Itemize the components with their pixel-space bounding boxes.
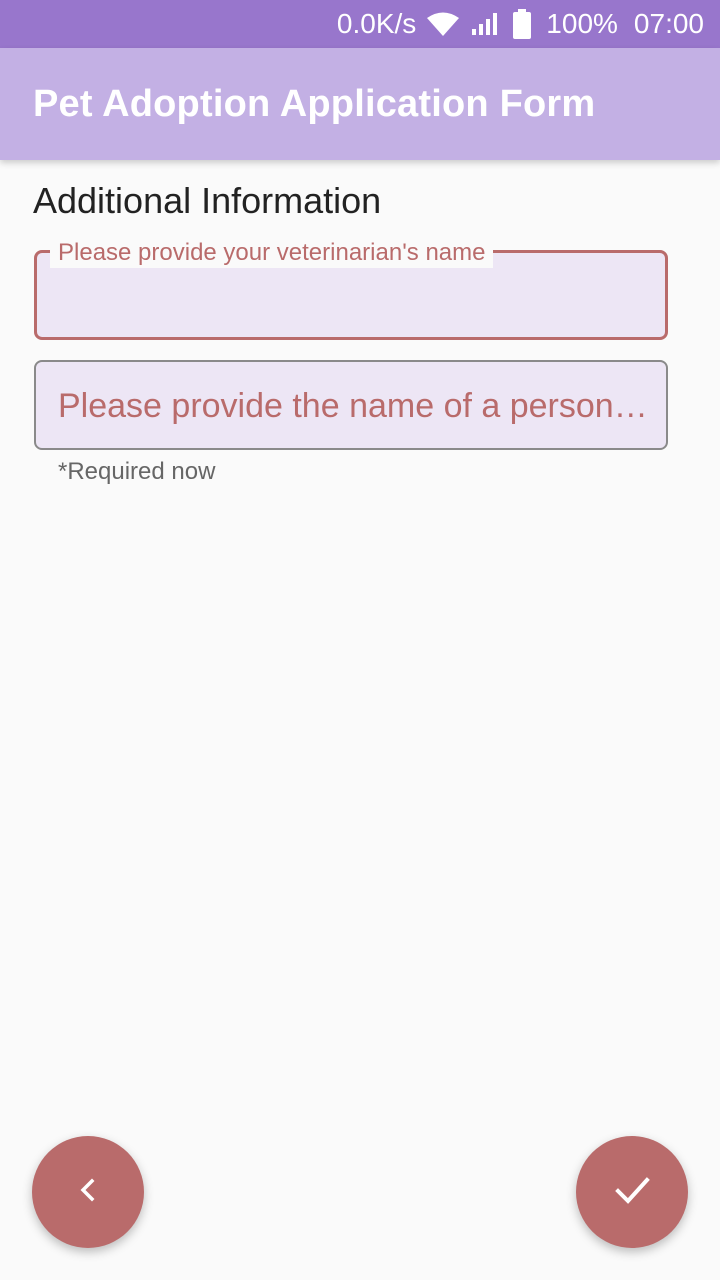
screen: 0.0K/s 100% 07:00 Pet Adoption Applicati… [0, 0, 720, 1280]
wifi-icon [426, 11, 460, 37]
check-icon [612, 1170, 652, 1215]
signal-icon [470, 11, 502, 37]
clock: 07:00 [633, 8, 704, 39]
network-speed: 0.0K/s [336, 8, 417, 39]
status-bar: 0.0K/s 100% 07:00 [0, 0, 720, 48]
section-title: Additional Information [33, 180, 382, 221]
submit-button[interactable] [576, 1136, 688, 1248]
battery-icon [512, 9, 532, 39]
reference-name-helper-text: *Required now [58, 458, 216, 485]
vet-name-field-label: Please provide your veterinarian's name [50, 238, 494, 268]
page-title: Pet Adoption Application Form [33, 82, 596, 125]
battery-percent: 100% [546, 8, 618, 39]
app-bar: Pet Adoption Application Form [0, 48, 720, 160]
chevron-left-icon [73, 1175, 103, 1210]
back-button[interactable] [32, 1136, 144, 1248]
reference-name-field[interactable]: Please provide the name of a person… [34, 360, 668, 450]
reference-name-placeholder: Please provide the name of a person… [58, 387, 648, 425]
